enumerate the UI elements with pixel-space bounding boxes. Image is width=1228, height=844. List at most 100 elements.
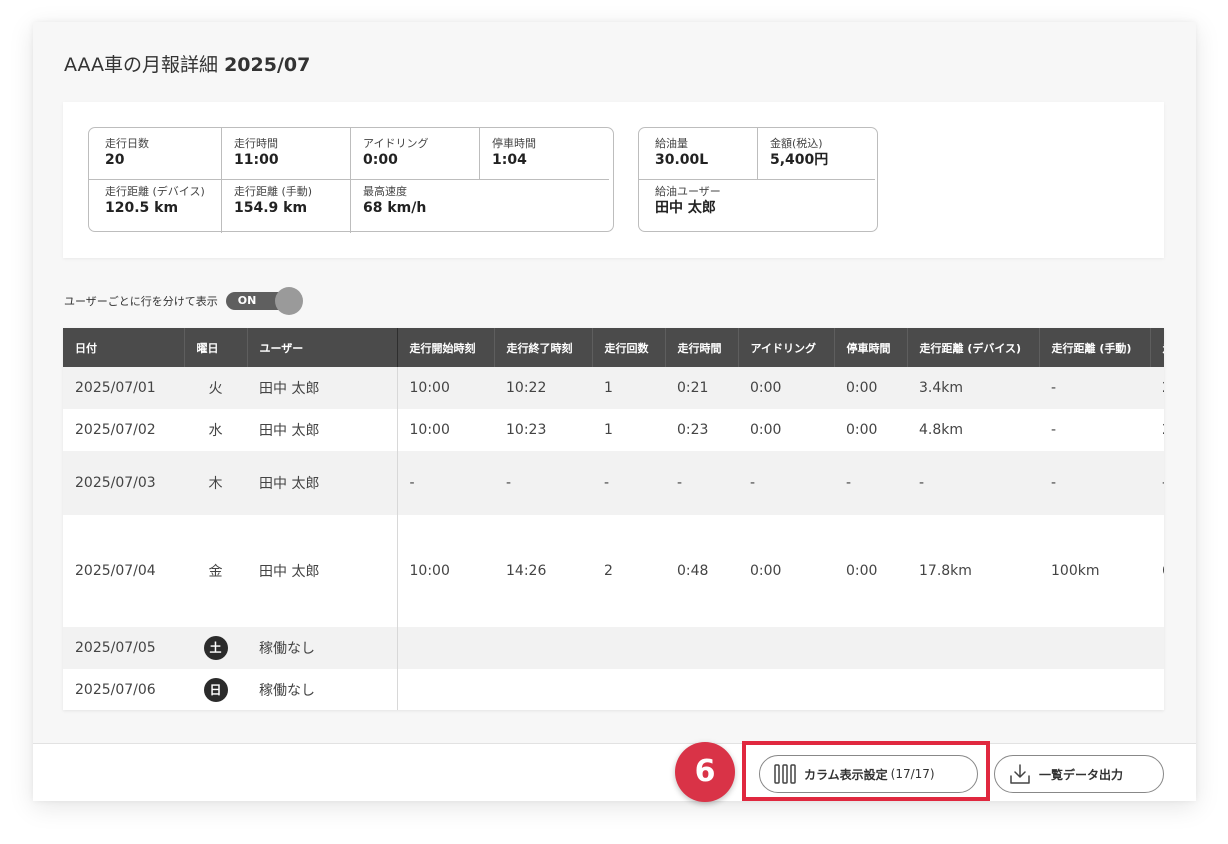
column-header[interactable]: 走行距離 (手動) — [1038, 328, 1150, 367]
summary-max-speed: 最高速度 68 km/h — [363, 185, 427, 216]
driving-summary-box: 走行日数 20 走行時間 11:00 アイドリング 0:00 停車時間 1:04… — [88, 127, 614, 233]
split-by-user-toggle[interactable]: ON — [225, 287, 303, 315]
fuel-summary-box: 給油量 30.00L 金額(税込) 5,400円 給油ユーザー 田中 太郎 — [638, 127, 878, 232]
data-cell: 0:00 — [834, 409, 907, 451]
data-cell: 100km — [1039, 515, 1150, 627]
step-number-badge: 6 — [675, 742, 735, 802]
data-cell: 0:00 — [738, 409, 834, 451]
data-cell: 10:23 — [494, 409, 592, 451]
data-cell: - — [1039, 367, 1150, 409]
column-header[interactable]: 日付 — [63, 328, 184, 367]
user-cell: 田中 太郎 — [247, 409, 397, 451]
date-cell: 2025/07/01 — [63, 367, 184, 409]
table-header-row: 日付 曜日 ユーザー 走行開始時刻 走行終了時刻 走行回数 走行時間 アイドリン… — [63, 328, 1164, 367]
daily-report-table: 日付 曜日 ユーザー 走行開始時刻 走行終了時刻 走行回数 走行時間 アイドリン… — [63, 328, 1164, 710]
toggle-state-text: ON — [237, 294, 257, 307]
data-cell: 10:00 — [396, 367, 494, 409]
empty-cell — [396, 627, 1164, 669]
empty-cell — [396, 669, 1164, 710]
data-cell: 3.4km — [907, 367, 1039, 409]
date-cell: 2025/07/03 — [63, 451, 184, 515]
data-cell: - — [494, 451, 592, 515]
data-cell: 10:22 — [494, 367, 592, 409]
summary-distance-manual: 走行距離 (手動) 154.9 km — [234, 185, 313, 216]
data-cell: 0:00 — [834, 367, 907, 409]
user-cell: 田中 太郎 — [247, 367, 397, 409]
date-cell: 2025/07/05 — [63, 627, 184, 669]
column-header[interactable]: 走行時間 — [664, 328, 738, 367]
data-cell: - — [1150, 451, 1164, 515]
column-header[interactable]: 停車時間 — [833, 328, 907, 367]
daily-report-table-container[interactable]: 日付 曜日 ユーザー 走行開始時刻 走行終了時刻 走行回数 走行時間 アイドリン… — [63, 328, 1164, 710]
summary-card: 走行日数 20 走行時間 11:00 アイドリング 0:00 停車時間 1:04… — [63, 102, 1164, 258]
data-cell: 0:21 — [665, 367, 738, 409]
weekday-cell: 土 — [184, 627, 247, 669]
weekday-cell: 日 — [184, 669, 247, 710]
data-cell: - — [907, 451, 1039, 515]
table-row: 2025/07/05 土 稼働なし — [63, 627, 1164, 669]
data-cell: 2 — [1150, 367, 1164, 409]
split-by-user-row: ユーザーごとに行を分けて表示 ON — [64, 287, 303, 315]
footer-bar: カラム表示設定 (17/17) 一覧データ出力 — [33, 743, 1196, 801]
data-cell: 0:00 — [738, 367, 834, 409]
column-header[interactable]: 走行開始時刻 — [396, 328, 494, 367]
column-header[interactable]: ユーザー — [246, 328, 397, 367]
column-header[interactable]: アイドリング — [737, 328, 834, 367]
summary-fuel-user: 給油ユーザー 田中 太郎 — [655, 185, 721, 216]
page-title-text: AAA車の月報詳細 — [64, 54, 219, 76]
data-cell: 0:23 — [665, 409, 738, 451]
summary-stop-time: 停車時間 1:04 — [492, 137, 536, 168]
column-header[interactable]: 走 — [1149, 328, 1164, 367]
user-cell: 田中 太郎 — [247, 515, 397, 627]
data-cell: 1 — [592, 367, 665, 409]
data-cell: - — [665, 451, 738, 515]
download-icon — [1010, 764, 1030, 784]
user-cell: 田中 太郎 — [247, 451, 397, 515]
table-row: 2025/07/02 水 田中 太郎 10:00 10:23 1 0:23 0:… — [63, 409, 1164, 451]
monthly-report-window: AAA車の月報詳細 2025/07 走行日数 20 走行時間 11:00 アイドリ… — [33, 22, 1196, 801]
highlight-frame — [742, 741, 990, 801]
user-cell: 稼働なし — [247, 627, 397, 669]
summary-fuel-price: 金額(税込) 5,400円 — [770, 137, 829, 168]
data-cell: 0:48 — [665, 515, 738, 627]
summary-driving-time: 走行時間 11:00 — [234, 137, 279, 168]
summary-distance-device: 走行距離 (デバイス) 120.5 km — [105, 185, 205, 216]
export-list-button[interactable]: 一覧データ出力 — [994, 755, 1164, 793]
data-cell: 10:00 — [396, 409, 494, 451]
report-month: 2025/07 — [224, 54, 311, 76]
date-cell: 2025/07/04 — [63, 515, 184, 627]
data-cell: 4.8km — [907, 409, 1039, 451]
data-cell: - — [1039, 451, 1150, 515]
weekday-cell: 火 — [184, 367, 247, 409]
data-cell: 14:26 — [494, 515, 592, 627]
data-cell: 2 — [592, 515, 665, 627]
data-cell: - — [592, 451, 665, 515]
data-cell: 1 — [592, 409, 665, 451]
column-header[interactable]: 走行回数 — [591, 328, 665, 367]
user-cell: 稼働なし — [247, 669, 397, 710]
export-list-label: 一覧データ出力 — [1039, 767, 1124, 782]
data-cell: - — [1039, 409, 1150, 451]
table-row: 2025/07/03 木 田中 太郎 - - - - - - - - - — [63, 451, 1164, 515]
data-cell: - — [396, 451, 494, 515]
data-cell: 6 — [1150, 515, 1164, 627]
date-cell: 2025/07/02 — [63, 409, 184, 451]
summary-driving-days: 走行日数 20 — [105, 137, 149, 168]
table-row: 2025/07/04 金 田中 太郎 10:00 14:26 2 0:48 0:… — [63, 515, 1164, 627]
column-header[interactable]: 走行距離 (デバイス) — [906, 328, 1039, 367]
weekday-cell: 金 — [184, 515, 247, 627]
summary-fuel-amount: 給油量 30.00L — [655, 137, 709, 168]
data-cell: - — [834, 451, 907, 515]
split-by-user-label: ユーザーごとに行を分けて表示 — [64, 295, 218, 308]
data-cell: 0:00 — [738, 515, 834, 627]
holiday-badge: 土 — [203, 636, 228, 660]
data-cell: 17.8km — [907, 515, 1039, 627]
data-cell: 10:00 — [396, 515, 494, 627]
date-cell: 2025/07/06 — [63, 669, 184, 710]
page-title: AAA車の月報詳細 2025/07 — [64, 50, 310, 77]
column-header[interactable]: 曜日 — [183, 328, 247, 367]
toggle-knob — [274, 287, 303, 315]
column-header[interactable]: 走行終了時刻 — [493, 328, 592, 367]
data-cell: 2 — [1150, 409, 1164, 451]
summary-idling: アイドリング 0:00 — [363, 137, 429, 168]
